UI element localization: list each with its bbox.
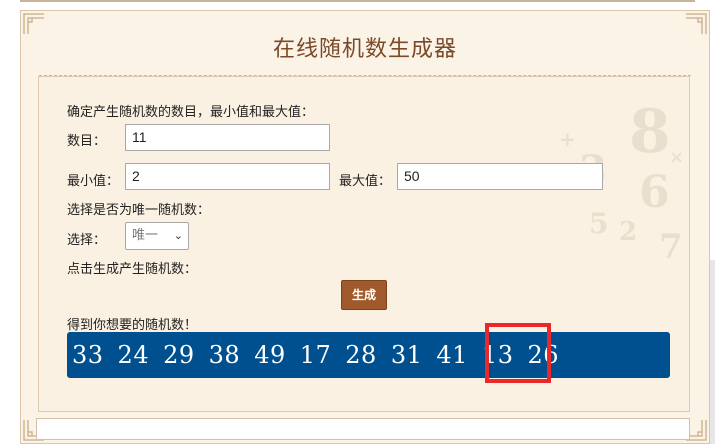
numbers-watermark-icon: 8 3 6 5 2 7 + ×	[559, 97, 685, 267]
result-number: 49	[254, 341, 286, 369]
unique-select-label: 选择：	[67, 233, 107, 248]
min-input[interactable]: 2	[125, 163, 330, 190]
result-number: 17	[299, 341, 332, 369]
max-input[interactable]: 50	[397, 163, 603, 190]
page: 在线随机数生成器 8 3 6 5 2 7 + × 确定产生随机数的数目，最小值和…	[0, 0, 715, 444]
generator-panel: 8 3 6 5 2 7 + × 确定产生随机数的数目，最小值和最大值： 数目： …	[38, 76, 690, 412]
unique-select-value: 唯一	[132, 228, 159, 243]
result-number: 31	[390, 341, 423, 369]
top-divider	[20, 0, 695, 2]
result-number: 38	[208, 341, 241, 369]
chevron-down-icon: ⌄	[173, 229, 183, 242]
result-number: 41	[436, 341, 468, 369]
highlight-box	[485, 323, 551, 383]
generate-prompt: 点击生成产生随机数：	[67, 262, 198, 277]
top-strip	[0, 0, 715, 6]
result-bar: 33 24 29 38 49 17 28 31 41 13 26	[67, 332, 670, 378]
result-number: 28	[345, 341, 377, 369]
count-label: 数目：	[67, 134, 107, 149]
scroll-edge	[710, 260, 715, 444]
result-label: 得到你想要的随机数！	[67, 318, 198, 333]
result-number: 29	[163, 341, 195, 369]
page-title: 在线随机数生成器	[272, 37, 457, 62]
generate-button[interactable]: 生成	[341, 280, 387, 310]
min-label: 最小值：	[67, 174, 120, 189]
unique-prompt: 选择是否为唯一随机数：	[67, 203, 211, 218]
max-label: 最大值：	[339, 174, 392, 189]
result-number: 33	[72, 341, 104, 369]
count-input[interactable]: 11	[125, 124, 330, 151]
intro-label: 确定产生随机数的数目，最小值和最大值：	[67, 105, 315, 120]
bottom-bar	[36, 418, 690, 440]
result-number: 24	[117, 341, 150, 369]
unique-select[interactable]: 唯一 ⌄	[125, 222, 189, 250]
